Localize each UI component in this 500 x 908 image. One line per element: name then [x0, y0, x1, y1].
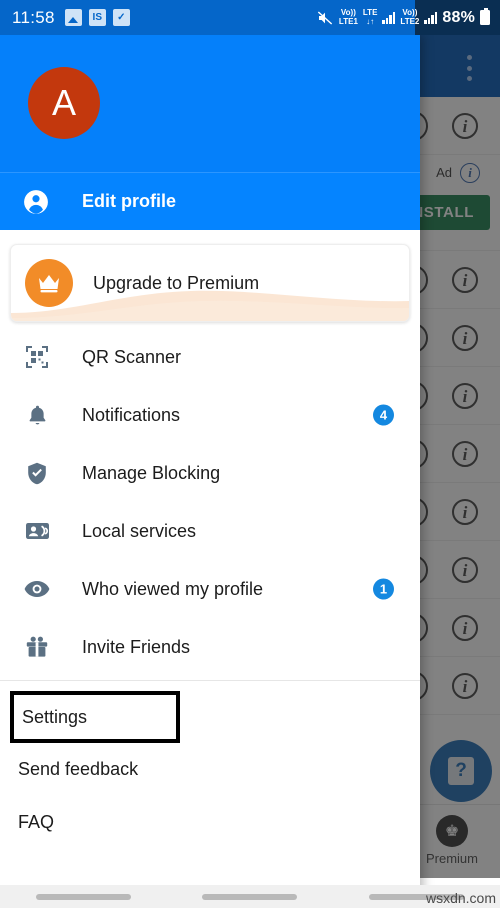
photo-icon: [64, 9, 82, 26]
drawer-footer: Settings Send feedback FAQ: [0, 681, 420, 849]
overflow-menu-icon[interactable]: [466, 55, 472, 81]
upgrade-to-premium-card[interactable]: Upgrade to Premium: [10, 244, 410, 322]
contact-card-icon: [22, 516, 52, 546]
lte-indicator: LTE ↓↑: [362, 8, 378, 26]
signal-bars-sim2: [424, 11, 438, 24]
crown-icon: ♚: [436, 815, 468, 847]
bottom-nav-premium-label: Premium: [425, 851, 478, 866]
upgrade-to-premium-label: Upgrade to Premium: [93, 272, 260, 293]
menu-item-label: Manage Blocking: [82, 462, 221, 483]
question-mark-icon: ?: [448, 757, 474, 785]
info-icon[interactable]: i: [452, 498, 478, 525]
ad-label: Ad: [436, 165, 452, 180]
navigation-drawer: A Edit profile Upgrade to Premium QR Sca…: [0, 35, 420, 908]
checkbox-icon: ✓: [112, 9, 130, 26]
help-fab-button[interactable]: ?: [430, 740, 492, 802]
watermark: wsxdn.com: [425, 890, 496, 906]
signal-bars-sim1: [382, 11, 396, 24]
status-bar-clock: 11:58: [12, 7, 55, 27]
footer-item-faq[interactable]: FAQ: [0, 796, 420, 849]
edit-profile-button[interactable]: Edit profile: [0, 172, 420, 230]
status-bar-notification-icons: IS ✓: [64, 9, 130, 26]
menu-item-invite-friends[interactable]: Invite Friends: [0, 618, 420, 676]
menu-item-local-services[interactable]: Local services: [0, 502, 420, 560]
bottom-nav-item-premium[interactable]: ♚ Premium: [416, 815, 488, 866]
battery-icon: [480, 8, 490, 25]
qr-code-icon: [22, 342, 52, 372]
info-icon[interactable]: i: [452, 382, 478, 409]
ad-info-icon[interactable]: i: [460, 163, 480, 183]
home-pill[interactable]: [202, 893, 298, 900]
bell-icon: [22, 400, 52, 430]
menu-item-label: QR Scanner: [82, 346, 182, 367]
notification-badge: 4: [373, 404, 394, 426]
crown-icon: [25, 259, 73, 307]
shield-check-icon: [22, 458, 52, 488]
menu-item-who-viewed-my-profile[interactable]: Who viewed my profile 1: [0, 560, 420, 618]
avatar[interactable]: A: [28, 67, 100, 139]
is-app-icon: IS: [88, 9, 106, 26]
edit-profile-label: Edit profile: [82, 191, 176, 211]
menu-item-notifications[interactable]: Notifications 4: [0, 386, 420, 444]
menu-item-manage-blocking[interactable]: Manage Blocking: [0, 444, 420, 502]
menu-item-label: Invite Friends: [82, 636, 191, 657]
info-icon[interactable]: i: [452, 324, 478, 351]
person-icon: [20, 189, 52, 215]
info-icon[interactable]: i: [452, 266, 478, 293]
battery-percentage: 88%: [442, 8, 475, 26]
status-bar-system-icons: Vo)) LTE1 LTE ↓↑ Vo)) LTE2 88%: [316, 8, 490, 27]
drawer-header: A: [0, 35, 420, 172]
mobile-screen: i Ad i INSTALL i i i i i i i i ? ♚ Premi…: [0, 0, 500, 908]
profile-views-badge: 1: [373, 578, 394, 600]
info-icon[interactable]: i: [452, 112, 478, 139]
menu-item-label: Who viewed my profile: [82, 578, 264, 599]
mute-icon: [317, 10, 333, 25]
menu-item-label: Notifications: [82, 404, 181, 425]
eye-icon: [22, 574, 52, 604]
info-icon[interactable]: i: [452, 440, 478, 467]
menu-item-label: Local services: [82, 520, 197, 541]
status-bar: 11:58 IS ✓ Vo)) LTE1 LTE ↓↑ Vo)) LTE2 88%: [0, 0, 500, 35]
sim1-indicator: Vo)) LTE1: [338, 8, 358, 26]
menu-item-qr-scanner[interactable]: QR Scanner: [0, 328, 420, 386]
info-icon[interactable]: i: [452, 614, 478, 641]
info-icon[interactable]: i: [452, 556, 478, 583]
info-icon[interactable]: i: [452, 672, 478, 699]
drawer-menu: QR Scanner Notifications 4 Manage Blocki…: [0, 322, 420, 676]
footer-item-settings[interactable]: Settings: [10, 691, 180, 743]
recents-pill[interactable]: [35, 893, 131, 900]
sim2-indicator: Vo)) LTE2: [400, 8, 420, 26]
gift-icon: [22, 632, 52, 662]
footer-item-send-feedback[interactable]: Send feedback: [0, 743, 420, 796]
